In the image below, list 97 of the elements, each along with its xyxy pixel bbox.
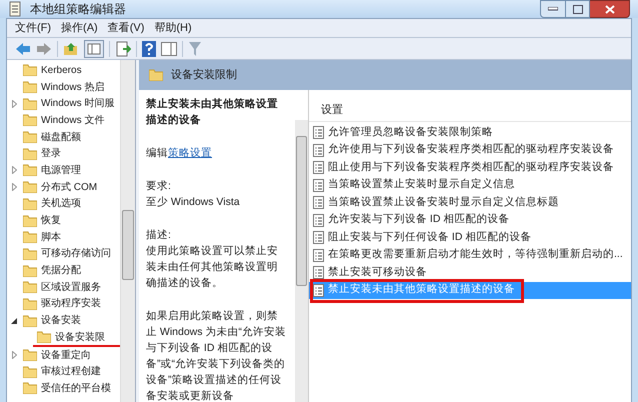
folder-icon — [23, 298, 37, 310]
policy-icon — [313, 266, 324, 280]
menu-item[interactable]: 帮助(H) — [154, 20, 192, 36]
maximize-button[interactable] — [566, 0, 590, 18]
expand-arrow-icon[interactable] — [9, 165, 19, 176]
folder-icon — [149, 69, 163, 81]
column-header[interactable]: 设置 — [309, 100, 631, 122]
tree-item[interactable]: 驱动程序安装 — [41, 296, 101, 312]
tree-item[interactable]: 设备安装限 — [55, 330, 105, 345]
setting-row[interactable]: 允许使用与下列设备安装程序类相匹配的驱动程序安装设备 — [309, 142, 631, 159]
requirements-label: 要求: — [146, 179, 172, 194]
expand-arrow-icon[interactable] — [9, 182, 19, 192]
folder-icon — [23, 131, 37, 144]
tree-item[interactable]: 审核过程创建 — [41, 364, 101, 380]
menu-item[interactable]: 查看(V) — [108, 20, 144, 36]
scrollbar[interactable] — [295, 120, 308, 402]
folder-icon — [23, 231, 37, 244]
policy-icon — [313, 178, 324, 192]
maximize-icon — [572, 4, 582, 14]
policy-icon — [313, 284, 324, 297]
action-pane-icon[interactable] — [161, 42, 177, 56]
pane-title: 设备安装限制 — [171, 68, 237, 83]
app-icon — [8, 1, 22, 17]
folder-icon — [23, 81, 37, 94]
tree-item[interactable]: 关机选项 — [41, 196, 81, 212]
tree-item[interactable]: 登录 — [41, 146, 61, 162]
tree-pane-icon[interactable] — [84, 40, 104, 58]
close-icon — [604, 4, 614, 14]
export-list-icon[interactable] — [115, 40, 131, 56]
policy-icon — [313, 248, 324, 262]
tree-item[interactable]: 磁盘配额 — [41, 130, 81, 145]
policy-icon — [313, 196, 324, 210]
description-label: 描述: — [146, 228, 172, 243]
folder-icon — [23, 264, 37, 277]
expand-arrow-icon[interactable] — [9, 98, 19, 109]
setting-row[interactable]: 当策略设置禁止设备安装时显示自定义信息标题 — [309, 194, 631, 212]
minimize-button[interactable] — [540, 0, 566, 18]
policy-icon — [313, 126, 324, 140]
description-text: 使用此策略设置可以禁止安装未由任何其他策略设置明确描述的设备。 — [146, 244, 279, 291]
folder-icon — [23, 148, 37, 160]
edit-label: 编辑 — [146, 147, 168, 159]
folder-icon — [23, 181, 37, 194]
folder-icon — [37, 331, 51, 344]
scrollbar[interactable] — [120, 60, 135, 402]
folder-icon — [23, 98, 37, 110]
close-button[interactable] — [590, 0, 630, 18]
policy-icon — [313, 144, 324, 157]
setting-row[interactable]: 允许管理员忽略设备安装限制策略 — [309, 124, 631, 142]
setting-row[interactable]: 禁止安装可移动设备 — [309, 264, 631, 282]
folder-icon — [23, 64, 37, 76]
tree-item[interactable]: 凭据分配 — [41, 263, 81, 278]
tree-item[interactable]: 脚本 — [41, 230, 61, 245]
setting-row[interactable]: 阻止使用与下列设备安装程序类相匹配的驱动程序安装设备 — [309, 159, 631, 176]
filter-icon[interactable] — [188, 40, 202, 56]
tree-item[interactable]: 受信任的平台模 — [41, 380, 111, 396]
policy-icon — [313, 214, 324, 227]
up-folder-icon[interactable] — [63, 42, 79, 56]
setting-row[interactable]: 阻止安装与下列任何设备 ID 相匹配的设备 — [309, 229, 631, 246]
folder-icon — [23, 349, 37, 362]
folder-icon — [23, 114, 37, 126]
menu-item[interactable]: 文件(F) — [15, 20, 52, 36]
tree-item[interactable]: 分布式 COM — [41, 180, 98, 195]
folder-icon — [23, 382, 37, 394]
expand-arrow-icon[interactable] — [9, 350, 19, 360]
folder-icon — [23, 281, 37, 294]
tree-item[interactable]: 可移动存储访问 — [41, 246, 111, 262]
menu-item[interactable]: 操作(A) — [61, 20, 98, 36]
folder-icon — [23, 214, 37, 227]
setting-row[interactable]: 允许安装与下列设备 ID 相匹配的设备 — [309, 212, 631, 229]
requirements-text: 至少 Windows Vista — [146, 195, 241, 210]
setting-row[interactable]: 在策略更改需要重新启动才能生效时，等待强制重新启动的... — [309, 246, 631, 264]
folder-icon — [23, 164, 37, 176]
folder-icon — [23, 366, 37, 378]
folder-icon — [23, 314, 37, 327]
tree-item[interactable]: Windows 时间服 — [41, 96, 114, 112]
tree-item[interactable]: 设备重定向 — [41, 348, 91, 363]
description-text: 如果启用此策略设置，则禁止 Windows 为未由“允许安装与下列设备 ID 相匹配的设备”或“允许安装下列设备类的设备”策略设置描述的任何设备安装或更新设备 — [146, 309, 287, 402]
policy-icon — [313, 161, 324, 174]
tree-item[interactable]: 电源管理 — [41, 162, 81, 178]
tree-item[interactable]: 区域设置服务 — [41, 280, 101, 295]
tree-item[interactable]: Kerberos — [41, 62, 82, 78]
tree-item[interactable]: 设备安装 — [41, 313, 81, 328]
help-icon[interactable] — [142, 40, 156, 56]
folder-icon — [23, 198, 37, 210]
tree-item[interactable]: Windows 热启 — [41, 80, 104, 95]
policy-title: 禁止安装未由其他策略设置描述的设备 — [146, 96, 279, 128]
back-arrow-icon[interactable] — [15, 42, 31, 56]
tree-item[interactable]: Windows 文件 — [41, 112, 104, 128]
window-title: 本地组策略编辑器 — [30, 1, 126, 18]
folder-icon — [23, 248, 37, 260]
forward-arrow-icon[interactable] — [36, 42, 52, 56]
policy-settings-link[interactable]: 策略设置 — [168, 147, 212, 159]
minimize-icon — [548, 7, 558, 11]
policy-icon — [313, 231, 324, 244]
setting-row[interactable]: 当策略设置禁止安装时显示自定义信息 — [309, 176, 631, 194]
collapse-arrow-icon[interactable] — [9, 316, 19, 326]
tree-item[interactable]: 恢复 — [41, 213, 61, 228]
